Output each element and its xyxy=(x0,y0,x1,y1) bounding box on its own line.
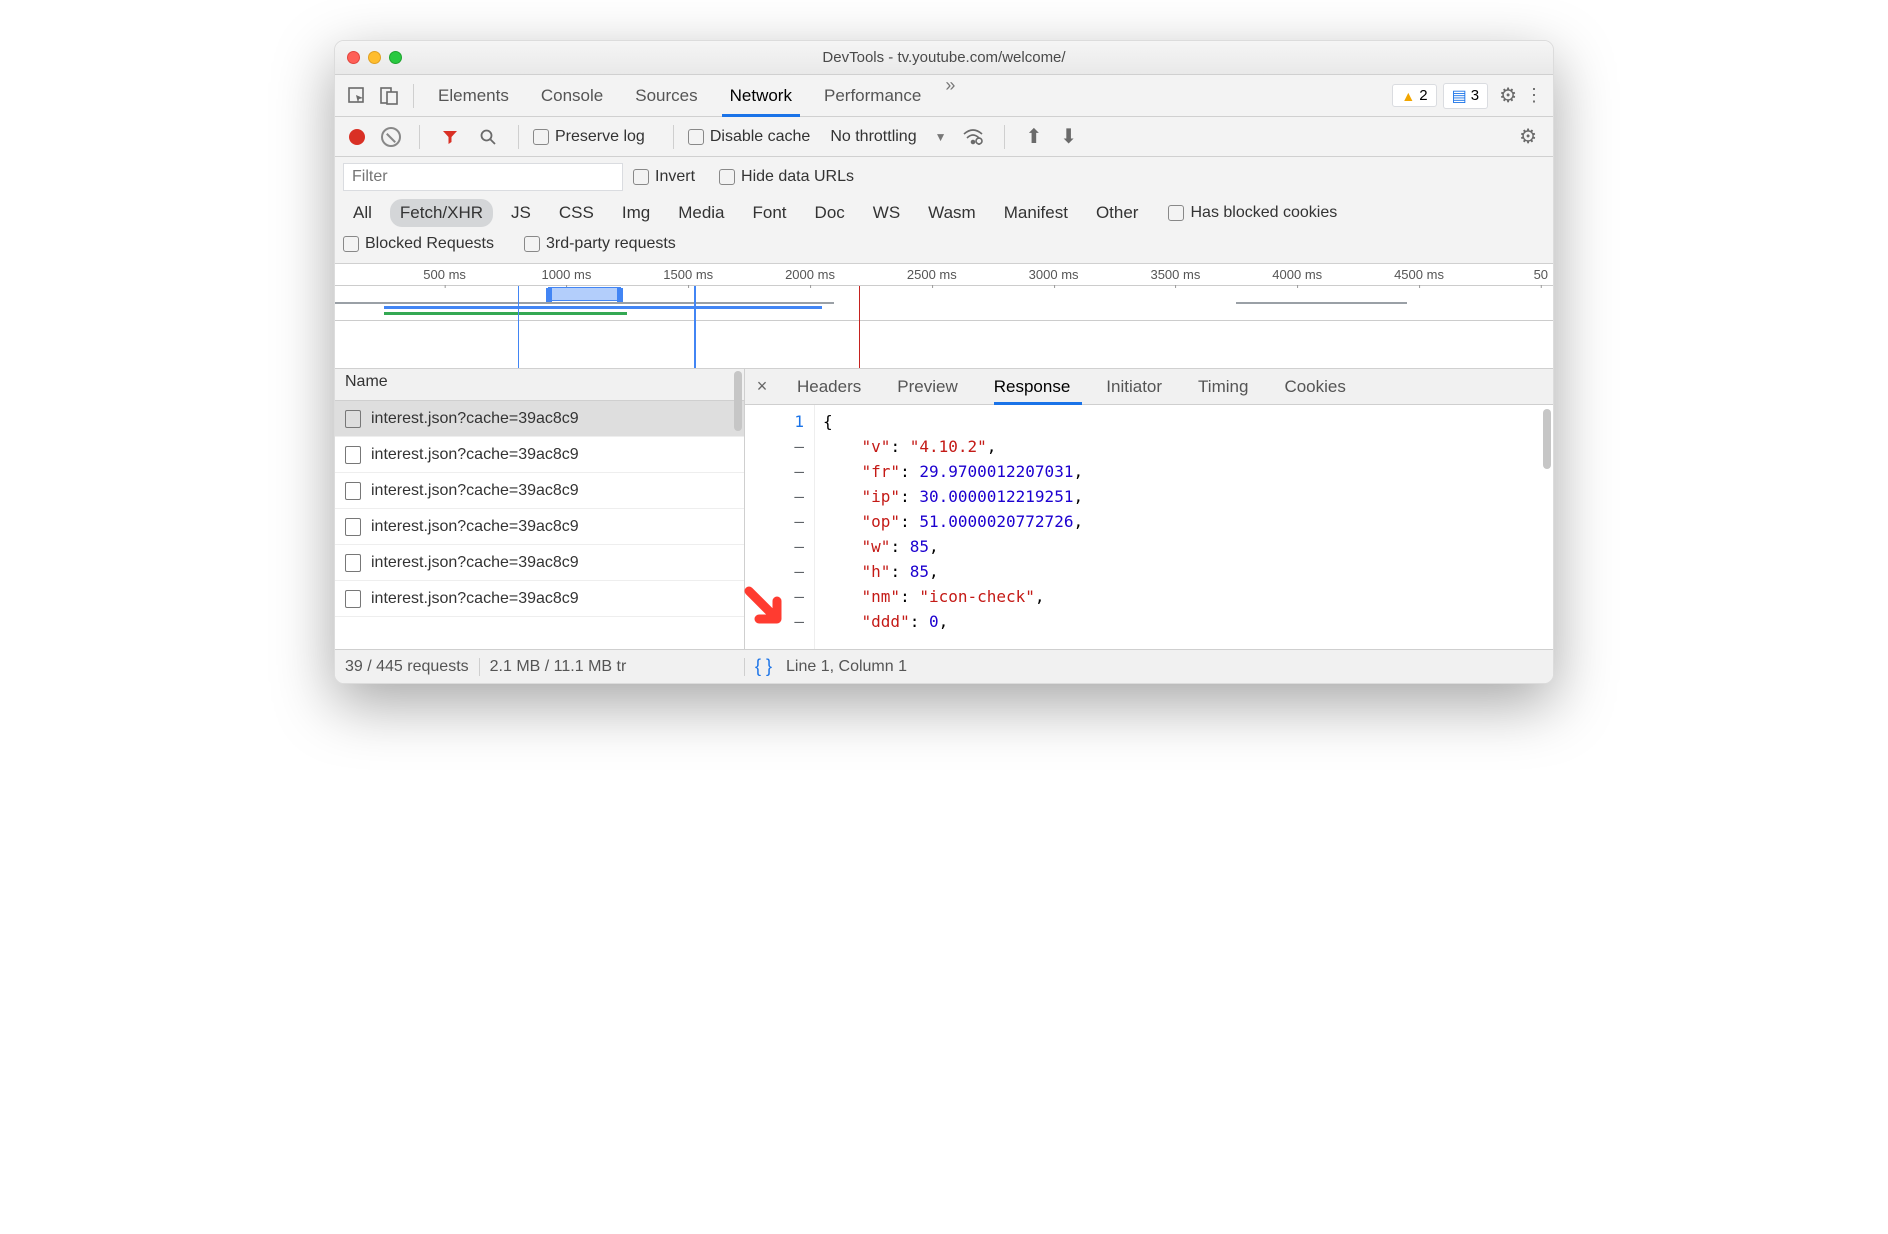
request-list-pane: Name interest.json?cache=39ac8c9 interes… xyxy=(335,369,745,649)
import-har-icon[interactable]: ⬆ xyxy=(1025,124,1042,149)
request-row[interactable]: interest.json?cache=39ac8c9 xyxy=(335,545,744,581)
cursor-position: Line 1, Column 1 xyxy=(786,658,907,676)
network-toolbar: Preserve log Disable cache No throttling… xyxy=(335,117,1553,157)
scrollbar-thumb[interactable] xyxy=(734,371,742,431)
selection-range[interactable] xyxy=(548,287,621,301)
rtab-response[interactable]: Response xyxy=(976,369,1089,405)
filter-type-ws[interactable]: WS xyxy=(863,199,910,227)
filter-icon[interactable] xyxy=(436,123,464,151)
chevron-down-icon: ▼ xyxy=(935,130,947,144)
domcontentloaded-marker xyxy=(694,286,696,368)
request-list-header[interactable]: Name xyxy=(335,369,744,401)
filter-type-manifest[interactable]: Manifest xyxy=(994,199,1078,227)
response-pane: × Headers Preview Response Initiator Tim… xyxy=(745,369,1553,649)
resource-type-filters: All Fetch/XHR JS CSS Img Media Font Doc … xyxy=(343,199,1545,227)
settings-icon[interactable]: ⚙ xyxy=(1499,83,1517,108)
filter-type-media[interactable]: Media xyxy=(668,199,734,227)
tab-network[interactable]: Network xyxy=(714,75,808,117)
network-split: Name interest.json?cache=39ac8c9 interes… xyxy=(335,369,1553,649)
device-toggle-icon[interactable] xyxy=(375,82,403,110)
pretty-print-button[interactable]: { } xyxy=(751,656,776,677)
selection-handle-right[interactable] xyxy=(617,288,623,302)
request-row[interactable]: interest.json?cache=39ac8c9 xyxy=(335,581,744,617)
network-conditions-icon[interactable] xyxy=(962,123,984,151)
filter-type-font[interactable]: Font xyxy=(743,199,797,227)
warnings-badge[interactable]: ▲2 xyxy=(1392,84,1436,107)
filter-type-wasm[interactable]: Wasm xyxy=(918,199,986,227)
response-body[interactable]: 1–––––––– { "v": "4.10.2", "fr": 29.9700… xyxy=(745,405,1553,649)
filter-type-doc[interactable]: Doc xyxy=(805,199,855,227)
devtools-window: DevTools - tv.youtube.com/welcome/ Eleme… xyxy=(334,40,1554,684)
filter-type-all[interactable]: All xyxy=(343,199,382,227)
tab-performance[interactable]: Performance xyxy=(808,75,937,117)
invert-checkbox[interactable]: Invert xyxy=(633,168,695,186)
file-icon xyxy=(345,518,361,536)
filter-bar: Invert Hide data URLs All Fetch/XHR JS C… xyxy=(335,157,1553,264)
file-icon xyxy=(345,554,361,572)
domcontentloaded-marker xyxy=(518,286,520,368)
network-settings-icon[interactable]: ⚙ xyxy=(1519,124,1537,149)
rtab-initiator[interactable]: Initiator xyxy=(1088,369,1180,405)
rtab-preview[interactable]: Preview xyxy=(879,369,975,405)
issues-badge[interactable]: ▤3 xyxy=(1443,83,1488,109)
overview-graph[interactable] xyxy=(335,286,1553,321)
scrollbar-thumb[interactable] xyxy=(1543,409,1551,469)
close-response-pane[interactable]: × xyxy=(745,376,779,397)
rtab-headers[interactable]: Headers xyxy=(779,369,879,405)
file-icon xyxy=(345,410,361,428)
tab-sources[interactable]: Sources xyxy=(619,75,713,117)
third-party-checkbox[interactable]: 3rd-party requests xyxy=(524,235,676,253)
record-button[interactable] xyxy=(349,129,365,145)
request-row[interactable]: interest.json?cache=39ac8c9 xyxy=(335,509,744,545)
hide-data-urls-checkbox[interactable]: Hide data URLs xyxy=(719,168,854,186)
tabs-overflow-icon[interactable]: » xyxy=(937,75,963,117)
export-har-icon[interactable]: ⬇ xyxy=(1060,124,1077,149)
response-tabs: × Headers Preview Response Initiator Tim… xyxy=(745,369,1553,405)
tab-console[interactable]: Console xyxy=(525,75,619,117)
issues-icon: ▤ xyxy=(1452,86,1467,106)
clear-button[interactable] xyxy=(381,127,401,147)
rtab-timing[interactable]: Timing xyxy=(1180,369,1266,405)
status-bar: 39 / 445 requests 2.1 MB / 11.1 MB tr { … xyxy=(335,649,1553,683)
main-toolbar: Elements Console Sources Network Perform… xyxy=(335,75,1553,117)
search-icon[interactable] xyxy=(474,123,502,151)
waterfall-overview[interactable]: 500 ms 1000 ms 1500 ms 2000 ms 2500 ms 3… xyxy=(335,264,1553,369)
filter-type-img[interactable]: Img xyxy=(612,199,660,227)
annotation-arrow xyxy=(743,585,793,635)
request-summary: 39 / 445 requests 2.1 MB / 11.1 MB tr xyxy=(335,658,745,676)
request-row[interactable]: interest.json?cache=39ac8c9 xyxy=(335,401,744,437)
titlebar: DevTools - tv.youtube.com/welcome/ xyxy=(335,41,1553,75)
warning-icon: ▲ xyxy=(1401,88,1415,104)
filter-type-other[interactable]: Other xyxy=(1086,199,1149,227)
inspect-icon[interactable] xyxy=(343,82,371,110)
filter-input[interactable] xyxy=(343,163,623,191)
load-marker xyxy=(859,286,861,368)
file-icon xyxy=(345,590,361,608)
blocked-requests-checkbox[interactable]: Blocked Requests xyxy=(343,235,494,253)
disable-cache-checkbox[interactable]: Disable cache xyxy=(688,128,811,146)
file-icon xyxy=(345,446,361,464)
more-menu-icon[interactable]: ⋮ xyxy=(1525,85,1541,106)
tab-elements[interactable]: Elements xyxy=(422,75,525,117)
time-ruler: 500 ms 1000 ms 1500 ms 2000 ms 2500 ms 3… xyxy=(335,264,1553,286)
filter-type-css[interactable]: CSS xyxy=(549,199,604,227)
file-icon xyxy=(345,482,361,500)
selection-handle-left[interactable] xyxy=(546,288,552,302)
filter-type-fetchxhr[interactable]: Fetch/XHR xyxy=(390,199,493,227)
has-blocked-cookies-checkbox[interactable]: Has blocked cookies xyxy=(1168,204,1337,222)
filter-type-js[interactable]: JS xyxy=(501,199,541,227)
request-row[interactable]: interest.json?cache=39ac8c9 xyxy=(335,473,744,509)
request-row[interactable]: interest.json?cache=39ac8c9 xyxy=(335,437,744,473)
throttling-select[interactable]: No throttling▼ xyxy=(830,128,946,146)
rtab-cookies[interactable]: Cookies xyxy=(1266,369,1363,405)
window-title: DevTools - tv.youtube.com/welcome/ xyxy=(335,49,1553,66)
panel-tabs: Elements Console Sources Network Perform… xyxy=(422,75,1389,117)
code-content[interactable]: { "v": "4.10.2", "fr": 29.9700012207031,… xyxy=(815,405,1091,649)
request-list[interactable]: interest.json?cache=39ac8c9 interest.jso… xyxy=(335,401,744,649)
preserve-log-checkbox[interactable]: Preserve log xyxy=(533,128,645,146)
